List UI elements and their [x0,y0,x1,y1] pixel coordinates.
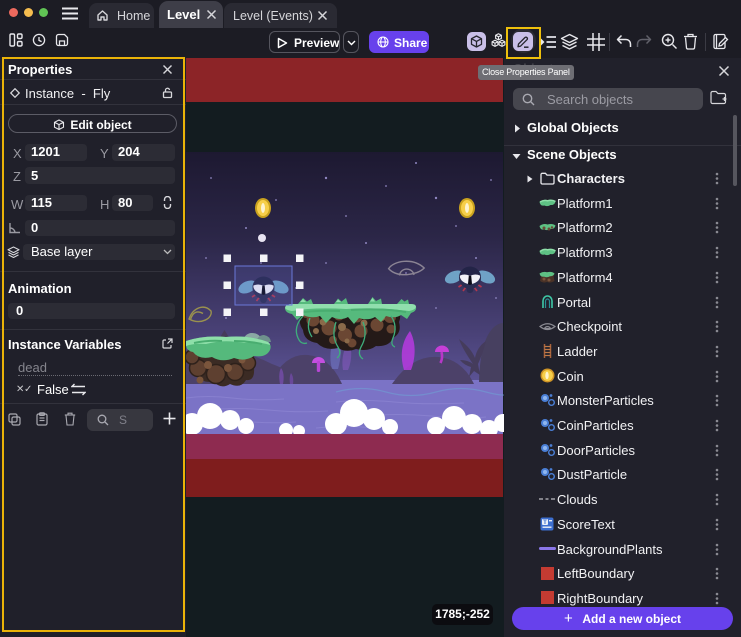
svg-text:T: T [543,519,547,526]
